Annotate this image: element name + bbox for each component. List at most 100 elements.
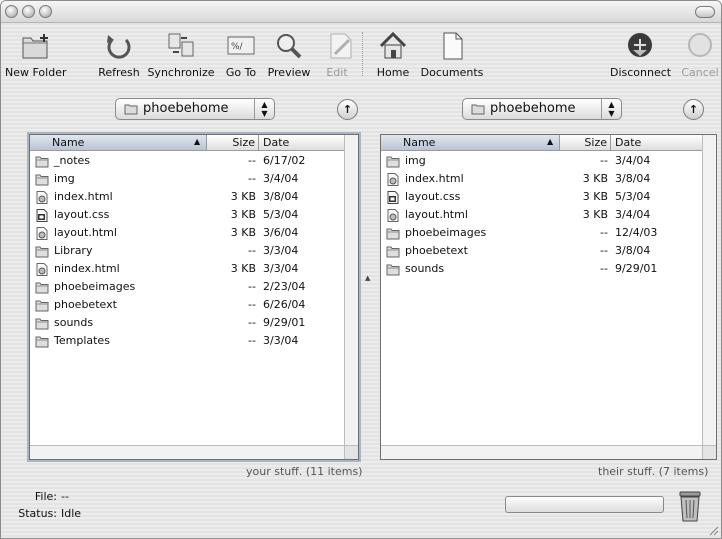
horizontal-scrollbar[interactable] bbox=[381, 445, 716, 459]
sort-ascending-icon: ▲ bbox=[194, 137, 201, 146]
vertical-scrollbar[interactable] bbox=[344, 135, 358, 445]
go-to-icon: %/ bbox=[227, 36, 255, 55]
file-row[interactable]: layout.css 3 KB 5/3/04 bbox=[30, 206, 344, 224]
trash-icon[interactable] bbox=[677, 489, 703, 523]
file-date: 3/8/04 bbox=[615, 244, 651, 257]
file-row[interactable]: phoebeimages -- 12/4/03 bbox=[381, 224, 702, 242]
preview-button[interactable]: Preview bbox=[265, 28, 313, 79]
popup-arrows-icon: ▲ ▼ bbox=[254, 99, 274, 119]
date-column-header[interactable]: Date bbox=[259, 135, 289, 150]
folder-icon bbox=[35, 155, 49, 168]
size-column-header[interactable]: Size bbox=[560, 135, 611, 150]
folder-icon bbox=[386, 245, 400, 258]
remote-item-count: their stuff. (7 items) bbox=[598, 465, 709, 478]
vertical-scrollbar[interactable] bbox=[702, 135, 716, 445]
html-file-icon bbox=[386, 209, 400, 222]
file-date: 6/17/02 bbox=[263, 154, 306, 167]
transfer-progress-bar bbox=[505, 496, 664, 513]
file-name: _notes bbox=[54, 154, 91, 167]
folder-icon bbox=[35, 317, 49, 330]
file-row[interactable]: phoebetext -- 3/8/04 bbox=[381, 242, 702, 260]
refresh-icon bbox=[107, 35, 131, 59]
html-file-icon bbox=[35, 191, 49, 204]
html-file-icon bbox=[386, 173, 400, 186]
folder-icon bbox=[124, 104, 138, 115]
file-date: 5/3/04 bbox=[615, 190, 651, 203]
file-name: Templates bbox=[54, 334, 110, 347]
left-parent-folder-button[interactable]: ↑ bbox=[337, 99, 358, 120]
file-size: 3 KB bbox=[582, 208, 608, 221]
toolbar: New Folder Refresh Synchronize %/ Go To bbox=[1, 24, 721, 86]
right-parent-folder-button[interactable]: ↑ bbox=[683, 99, 704, 120]
date-column-header[interactable]: Date bbox=[611, 135, 641, 150]
file-date: 6/26/04 bbox=[263, 298, 306, 311]
edit-button[interactable]: Edit bbox=[321, 28, 353, 79]
popup-arrows-icon: ▲ ▼ bbox=[601, 99, 621, 119]
app-window: New Folder Refresh Synchronize %/ Go To bbox=[0, 0, 722, 539]
file-name: sounds bbox=[54, 316, 94, 329]
file-row[interactable]: phoebeimages -- 2/23/04 bbox=[30, 278, 344, 296]
remote-file-list[interactable]: Name ▲ Size Date img -- 3/4/04 index.html 3 … bbox=[380, 134, 717, 460]
file-size: -- bbox=[248, 334, 256, 347]
file-size: -- bbox=[600, 262, 608, 275]
file-date: 12/4/03 bbox=[615, 226, 658, 239]
file-row[interactable]: layout.html 3 KB 3/4/04 bbox=[381, 206, 702, 224]
pane-divider-arrow-icon[interactable]: ▲ bbox=[365, 274, 370, 282]
right-location-label: phoebehome bbox=[490, 101, 576, 116]
name-column-header[interactable]: Name bbox=[381, 135, 560, 150]
file-row[interactable]: Library -- 3/3/04 bbox=[30, 242, 344, 260]
file-row[interactable]: Templates -- 3/3/04 bbox=[30, 332, 344, 350]
folder-icon bbox=[35, 299, 49, 312]
name-column-header[interactable]: Name bbox=[30, 135, 207, 150]
file-row[interactable]: sounds -- 9/29/01 bbox=[381, 260, 702, 278]
file-row[interactable]: layout.html 3 KB 3/6/04 bbox=[30, 224, 344, 242]
disconnect-button[interactable]: Disconnect bbox=[610, 28, 671, 79]
horizontal-scrollbar[interactable] bbox=[30, 445, 358, 459]
file-size: -- bbox=[248, 154, 256, 167]
status-value: Idle bbox=[61, 507, 82, 520]
file-row[interactable]: layout.css 3 KB 5/3/04 bbox=[381, 188, 702, 206]
synchronize-icon bbox=[168, 33, 194, 57]
sort-ascending-icon: ▲ bbox=[547, 137, 554, 146]
column-header: Name ▲ Size Date bbox=[30, 135, 344, 151]
file-name: phoebetext bbox=[405, 244, 468, 257]
right-location-popup[interactable]: phoebehome ▲ ▼ bbox=[462, 98, 622, 120]
new-folder-button[interactable]: New Folder bbox=[5, 28, 66, 79]
file-row[interactable]: index.html 3 KB 3/8/04 bbox=[381, 170, 702, 188]
file-name: img bbox=[54, 172, 75, 185]
file-date: 3/4/04 bbox=[615, 208, 651, 221]
file-date: 9/29/01 bbox=[615, 262, 658, 275]
local-file-list[interactable]: Name ▲ Size Date _notes -- 6/17/02 img -- 3/4… bbox=[29, 134, 359, 460]
left-location-popup[interactable]: phoebehome ▲ ▼ bbox=[115, 98, 275, 120]
go-to-button[interactable]: %/ Go To bbox=[221, 28, 261, 79]
synchronize-button[interactable]: Synchronize bbox=[147, 28, 215, 79]
minimize-window-button[interactable] bbox=[22, 5, 35, 18]
toolbar-toggle-button[interactable] bbox=[695, 6, 715, 18]
cancel-button[interactable]: Cancel bbox=[679, 28, 721, 79]
file-size: -- bbox=[600, 244, 608, 257]
file-size: 3 KB bbox=[582, 172, 608, 185]
refresh-button[interactable]: Refresh bbox=[95, 28, 143, 79]
stop-icon bbox=[688, 33, 712, 57]
document-icon bbox=[443, 32, 463, 60]
close-window-button[interactable] bbox=[5, 5, 18, 18]
home-button[interactable]: Home bbox=[373, 28, 413, 79]
file-row[interactable]: index.html 3 KB 3/8/04 bbox=[30, 188, 344, 206]
file-row[interactable]: _notes -- 6/17/02 bbox=[30, 152, 344, 170]
file-date: 3/8/04 bbox=[615, 172, 651, 185]
file-name: phoebeimages bbox=[54, 280, 136, 293]
file-row[interactable]: nindex.html 3 KB 3/3/04 bbox=[30, 260, 344, 278]
file-date: 3/8/04 bbox=[263, 190, 299, 203]
documents-button[interactable]: Documents bbox=[419, 28, 485, 79]
file-row[interactable]: img -- 3/4/04 bbox=[30, 170, 344, 188]
zoom-window-button[interactable] bbox=[39, 5, 52, 18]
svg-text:%/: %/ bbox=[231, 42, 244, 52]
file-row[interactable]: phoebetext -- 6/26/04 bbox=[30, 296, 344, 314]
resize-grip-icon[interactable] bbox=[707, 524, 719, 536]
size-column-header[interactable]: Size bbox=[207, 135, 259, 150]
file-date: 3/6/04 bbox=[263, 226, 299, 239]
file-row[interactable]: img -- 3/4/04 bbox=[381, 152, 702, 170]
column-header: Name ▲ Size Date bbox=[381, 135, 702, 151]
folder-icon bbox=[35, 245, 49, 258]
file-row[interactable]: sounds -- 9/29/01 bbox=[30, 314, 344, 332]
